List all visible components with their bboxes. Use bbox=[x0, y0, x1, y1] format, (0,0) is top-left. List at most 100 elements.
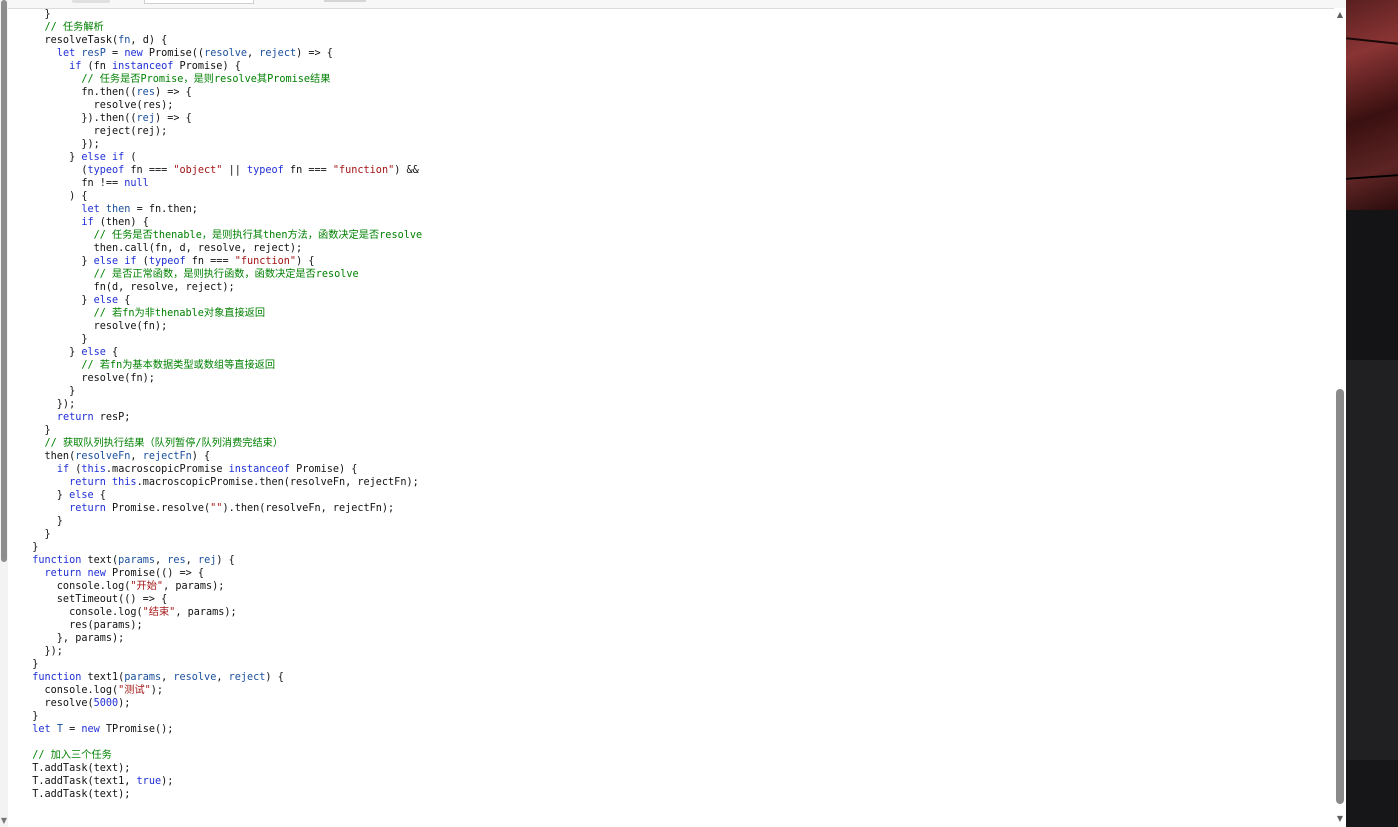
code-line: if (this.macroscopicPromise instanceof P… bbox=[20, 463, 422, 476]
code-token: ) { bbox=[191, 451, 211, 462]
code-token: "" bbox=[210, 503, 223, 514]
code-line: }, params); bbox=[20, 632, 422, 645]
collapse-chevron-icon[interactable]: ⌃ bbox=[1330, 0, 1338, 7]
code-line: // 任务是否Promise，是则resolve其Promise结果 bbox=[20, 73, 422, 86]
code-token: res bbox=[136, 87, 155, 98]
code-line: T.addTask(text); bbox=[20, 762, 422, 775]
code-line: T.addTask(text); bbox=[20, 788, 422, 801]
code-token: T.addTask(text1, bbox=[20, 776, 137, 787]
code-token: ( bbox=[69, 464, 82, 475]
code-line: } bbox=[20, 515, 422, 528]
code-line: if (fn instanceof Promise) { bbox=[20, 60, 422, 73]
code-token: ).then(resolveFn, rejectFn); bbox=[222, 503, 395, 514]
code-line: } bbox=[20, 424, 422, 437]
code-token: Promise(() => { bbox=[105, 568, 205, 579]
code-line: return this.macroscopicPromise.then(reso… bbox=[20, 476, 422, 489]
code-line: if (then) { bbox=[20, 216, 422, 229]
code-token: return bbox=[69, 503, 106, 514]
code-token: else bbox=[93, 295, 119, 306]
code-token: } bbox=[20, 386, 76, 397]
code-token: res bbox=[167, 555, 186, 566]
code-token: "function" bbox=[234, 256, 297, 267]
code-token: } bbox=[20, 659, 39, 670]
code-line: } else if (typeof fn === "function") { bbox=[20, 255, 422, 268]
code-token: // 是否正常函数，是则执行函数，函数决定是否resolve bbox=[93, 269, 359, 280]
scrollbar-thumb[interactable] bbox=[1336, 389, 1344, 804]
code-line: let T = new TPromise(); bbox=[20, 723, 422, 736]
code-token: 5000 bbox=[93, 698, 119, 709]
code-token: || bbox=[222, 165, 247, 176]
code-token: then bbox=[105, 204, 131, 215]
code-block[interactable]: } // 任务解析 resolveTask(fn, d) { let resP … bbox=[20, 8, 422, 801]
code-line: fn(d, resolve, reject); bbox=[20, 281, 422, 294]
code-token: TPromise(); bbox=[99, 724, 174, 735]
code-line: return Promise.resolve("").then(resolveF… bbox=[20, 502, 422, 515]
code-token: return bbox=[44, 568, 82, 579]
code-token: "object" bbox=[173, 165, 223, 176]
code-token: "测试" bbox=[118, 685, 151, 696]
code-token: ) => { bbox=[296, 48, 333, 59]
code-line: reject(rej); bbox=[20, 125, 422, 138]
code-token: resP bbox=[81, 48, 106, 59]
code-token: // 任务解析 bbox=[44, 22, 104, 33]
outer-scrollbar-thumb[interactable] bbox=[1, 0, 7, 562]
code-token: // 任务是否thenable，是则执行其then方法，函数决定是否resolv… bbox=[93, 230, 423, 241]
code-line: resolve(fn); bbox=[20, 372, 422, 385]
code-token: } bbox=[20, 711, 39, 722]
code-token: } bbox=[20, 529, 51, 540]
code-token: reject(rej); bbox=[20, 126, 168, 137]
toolbar-input[interactable] bbox=[144, 0, 254, 4]
code-token: { bbox=[93, 490, 106, 501]
outer-scroll-down-icon[interactable]: ▼ bbox=[0, 816, 8, 826]
background-wallpaper bbox=[1346, 0, 1398, 827]
code-line: } bbox=[20, 658, 422, 671]
code-line: } bbox=[20, 385, 422, 398]
scroll-up-icon[interactable]: ▲ bbox=[1334, 10, 1346, 20]
vertical-scrollbar[interactable]: ▲ ▼ bbox=[1334, 8, 1346, 827]
code-token: fn(d, resolve, reject); bbox=[20, 282, 235, 293]
code-token: resolve( bbox=[20, 698, 94, 709]
code-token: // 若fn为非thenable对象直接返回 bbox=[93, 308, 266, 319]
code-token: ( bbox=[20, 165, 88, 176]
code-token: else if bbox=[93, 256, 137, 267]
code-line: return resP; bbox=[20, 411, 422, 424]
code-token: { bbox=[105, 347, 119, 358]
toolbar-button[interactable] bbox=[324, 0, 366, 2]
code-token: console.log( bbox=[20, 581, 131, 592]
code-token: resolve(fn); bbox=[20, 321, 168, 332]
scroll-down-icon[interactable]: ▼ bbox=[1334, 814, 1346, 824]
code-token: }).then(( bbox=[20, 113, 137, 124]
code-token: null bbox=[124, 178, 149, 189]
outer-scrollbar[interactable]: ▼ bbox=[0, 0, 8, 827]
code-line: function text1(params, resolve, reject) … bbox=[20, 671, 422, 684]
code-line: function text(params, res, rej) { bbox=[20, 554, 422, 567]
code-token: } bbox=[20, 542, 39, 553]
code-token: if bbox=[56, 464, 70, 475]
code-token: = bbox=[62, 724, 82, 735]
code-token: fn === bbox=[283, 165, 333, 176]
code-token: Promise) { bbox=[173, 61, 241, 72]
code-token: if bbox=[81, 217, 94, 228]
code-token: instanceof bbox=[228, 464, 290, 475]
code-token: ) { bbox=[296, 256, 315, 267]
code-line: } bbox=[20, 333, 422, 346]
code-token: then.call(fn, d, resolve, reject); bbox=[20, 243, 303, 254]
code-line: then.call(fn, d, resolve, reject); bbox=[20, 242, 422, 255]
code-line: let resP = new Promise((resolve, reject)… bbox=[20, 47, 422, 60]
code-line: console.log("测试"); bbox=[20, 684, 422, 697]
code-token: fn.then(( bbox=[20, 87, 137, 98]
code-token: fn === bbox=[124, 165, 174, 176]
toolbar-tab[interactable] bbox=[72, 0, 110, 3]
wallpaper-dark-region bbox=[1346, 360, 1398, 827]
code-token: ) { bbox=[216, 555, 235, 566]
code-line: } bbox=[20, 710, 422, 723]
